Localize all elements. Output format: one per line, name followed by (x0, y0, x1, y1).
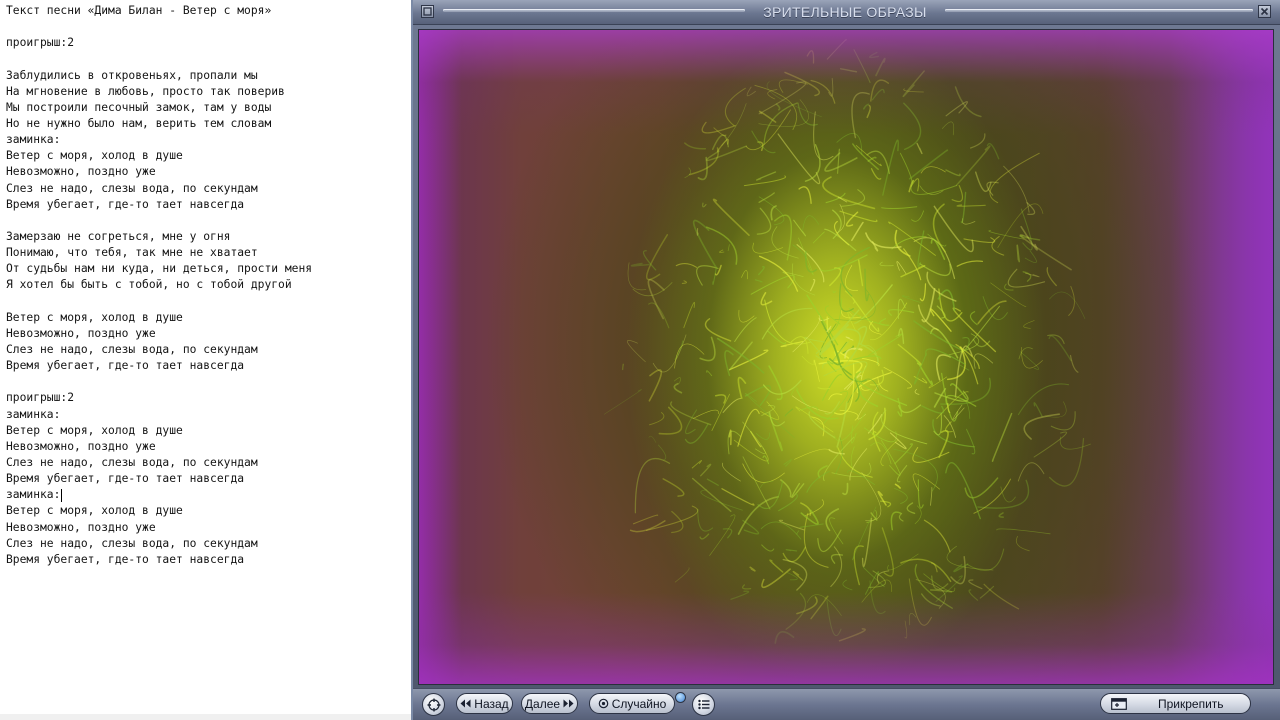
visualization-glow (419, 30, 1273, 684)
lyrics-line: Время убегает, где-то тает навсегда (6, 359, 245, 373)
lyrics-line: Слез не надо, слезы вода, по секундам (6, 342, 258, 356)
random-visualization-button[interactable]: Случайно (589, 693, 675, 714)
attach-window-icon (1111, 697, 1127, 710)
navigation-cross-icon[interactable] (422, 693, 445, 716)
lyrics-line: Время убегает, где-то тает навсегда (6, 472, 245, 486)
lyrics-line (6, 374, 312, 390)
lyrics-line: Текст песни «Дима Билан - Ветер с моря» (6, 4, 272, 17)
lyrics-line: Но не нужно было нам, верить тем словам (6, 116, 272, 130)
lyrics-line: Время убегает, где-то тает навсегда (6, 552, 245, 566)
titlebar-groove-right (945, 9, 1253, 12)
lyrics-line: От судьбы нам ни куда, ни деться, прости… (6, 262, 313, 276)
lyrics-line: заминка: (6, 407, 61, 421)
lyrics-line: Заблудились в откровеньях, пропали мы (6, 68, 258, 82)
next-visualization-button[interactable]: Далее (521, 693, 578, 714)
attach-button[interactable]: Прикрепить (1100, 693, 1251, 714)
lyrics-line: Слез не надо, слезы вода, по секундам (6, 455, 258, 469)
lyrics-line: Мы построили песочный замок, там у воды (6, 100, 272, 114)
lyrics-line: Невозможно, поздно уже (6, 520, 156, 534)
shuffle-icon (598, 698, 608, 709)
lyrics-line: Невозможно, поздно уже (6, 326, 156, 340)
lyrics-line: проигрыш:2 (6, 391, 75, 405)
lyrics-line: Невозможно, поздно уже (6, 165, 156, 179)
media-player-window: ЗРИТЕЛЬНЫЕ ОБРАЗЫ Назад Далее Случайно П… (413, 0, 1280, 720)
player-titlebar[interactable]: ЗРИТЕЛЬНЫЕ ОБРАЗЫ (413, 0, 1280, 25)
rewind-icon (460, 699, 471, 708)
lyrics-line: Слез не надо, слезы вода, по секундам (6, 181, 258, 195)
window-menu-icon[interactable] (421, 5, 434, 18)
list-icon[interactable] (692, 693, 715, 716)
fast-forward-icon (563, 699, 574, 708)
lyrics-text[interactable]: Текст песни «Дима Билан - Ветер с моря» п… (6, 3, 312, 568)
visualization-controls: Назад Далее Случайно Прикрепить (413, 688, 1280, 720)
close-icon[interactable] (1258, 5, 1271, 18)
lyrics-line: Ветер с моря, холод в душе (6, 310, 183, 324)
lyrics-line: Я хотел бы быть с тобой, но с тобой друг… (6, 278, 292, 292)
random-label: Случайно (611, 696, 667, 711)
lyrics-line (6, 294, 312, 310)
visualization-frame (418, 29, 1274, 685)
lyrics-line: Слез не надо, слезы вода, по секундам (6, 536, 258, 550)
lyrics-line: Время убегает, где-то тает навсегда (6, 197, 245, 211)
lyrics-line: Понимаю, что тебя, так мне не хватает (6, 246, 258, 260)
lyrics-line: заминка: (6, 488, 63, 502)
next-label: Далее (524, 696, 561, 711)
lyrics-line: На мгновение в любовь, просто так повери… (6, 84, 285, 98)
lyrics-line: Ветер с моря, холод в душе (6, 504, 183, 518)
text-caret (61, 488, 63, 502)
horizontal-scrollbar[interactable] (0, 714, 411, 720)
lyrics-line (6, 213, 312, 229)
lyrics-editor[interactable]: Текст песни «Дима Билан - Ветер с моря» п… (0, 0, 411, 720)
previous-visualization-button[interactable]: Назад (456, 693, 513, 714)
back-label: Назад (474, 696, 509, 711)
lyrics-line: заминка: (6, 133, 61, 147)
lyrics-line (6, 51, 312, 67)
lyrics-line: Ветер с моря, холод в душе (6, 149, 183, 163)
titlebar-groove-left (443, 9, 745, 12)
lyrics-line (6, 19, 312, 35)
lyrics-line: Ветер с моря, холод в душе (6, 423, 183, 437)
player-title: ЗРИТЕЛЬНЫЕ ОБРАЗЫ (763, 4, 927, 20)
attach-label: Прикрепить (1158, 696, 1224, 711)
visualization-display[interactable] (419, 30, 1273, 684)
lyrics-line: проигрыш:2 (6, 36, 75, 50)
lyrics-line: Замерзаю не согреться, мне у огня (6, 229, 231, 243)
lyrics-line: Невозможно, поздно уже (6, 439, 156, 453)
random-indicator-icon (675, 692, 686, 703)
